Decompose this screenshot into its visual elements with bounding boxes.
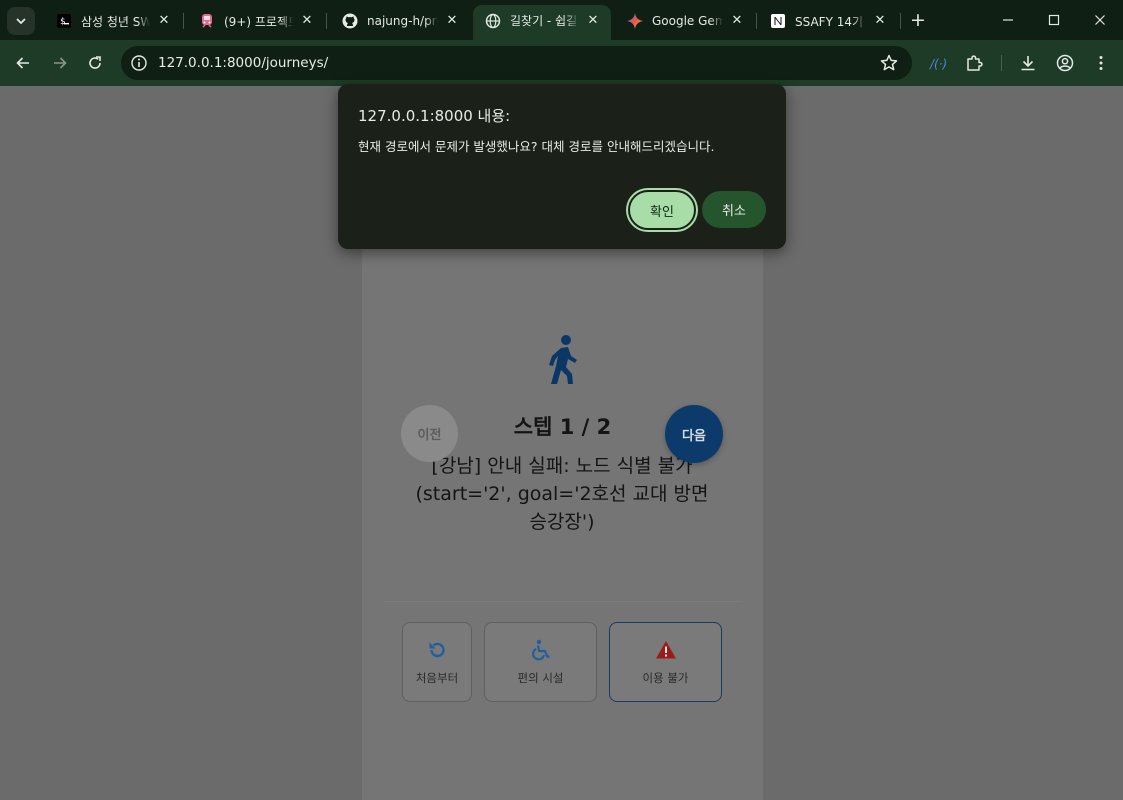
tab-github[interactable]: najung-h/pro ✕ [330, 7, 470, 35]
facilities-button[interactable]: 편의 시설 [484, 622, 597, 702]
dialog-title: 127.0.0.1:8000 내용: [358, 107, 511, 125]
tab-title: 길찾기 - 쉽길 [510, 14, 578, 28]
tab-samsung[interactable]: $ 삼성 청년 SW ✕ [44, 7, 182, 35]
close-icon[interactable]: ✕ [585, 13, 601, 29]
tab-search-button[interactable] [7, 7, 35, 35]
close-icon[interactable]: ✕ [729, 13, 745, 29]
tab-title: (9+) 프로젝트 [224, 14, 293, 29]
tab-title: SSAFY 14기 [795, 14, 864, 29]
kebab-menu-icon[interactable] [1091, 53, 1111, 73]
tab-strip: $ 삼성 청년 SW ✕ (9+) 프로젝트 ✕ najung-h/pro ✕ … [0, 0, 1123, 40]
tab-title: 삼성 청년 SW [81, 14, 150, 29]
minimize-icon [1003, 19, 1013, 21]
bookmark-star-icon[interactable] [879, 53, 899, 73]
restart-icon [426, 639, 448, 661]
tab-title: najung-h/pro [367, 14, 438, 28]
arrow-right-icon [54, 57, 67, 69]
close-icon[interactable]: ✕ [444, 13, 460, 29]
wheelchair-icon [530, 639, 552, 661]
tab-gemini[interactable]: Google Gemi ✕ [615, 7, 755, 35]
report-unavailable-button[interactable]: 이용 불가 [609, 622, 722, 702]
tab-project[interactable]: (9+) 프로젝트 ✕ [187, 7, 325, 35]
step-description: [강남] 안내 실패: 노드 식별 불가 (start='2', goal='2… [415, 455, 709, 533]
chevron-down-icon [16, 18, 26, 25]
reload-icon [89, 56, 101, 69]
dialog-ok-button[interactable]: 확인 [628, 190, 696, 230]
back-button[interactable] [8, 48, 38, 78]
dialog-message: 현재 경로에서 문제가 발생했나요? 대체 경로를 안내해드리겠습니다. [358, 139, 715, 154]
walking-person-icon [549, 335, 577, 384]
browser-toolbar: 127.0.0.1:8000/journeys/ /(·) [0, 40, 1123, 86]
github-icon [342, 13, 358, 29]
close-window-button[interactable] [1080, 6, 1120, 34]
tab-notion[interactable]: SSAFY 14기 ✕ [758, 7, 898, 35]
extension-signal-icon[interactable]: /(·) [929, 53, 949, 73]
warning-icon [655, 639, 677, 661]
arrow-left-icon [16, 57, 29, 69]
close-icon[interactable]: ✕ [872, 13, 888, 29]
report-unavailable-label: 이용 불가 [642, 670, 689, 685]
minimize-button[interactable] [988, 6, 1028, 34]
reload-button[interactable] [80, 48, 110, 78]
tab-title: Google Gemi [652, 14, 723, 28]
close-icon[interactable]: ✕ [299, 13, 315, 29]
new-tab-button[interactable]: + [906, 7, 930, 33]
svg-text:/(·): /(·) [929, 57, 947, 71]
train-icon [199, 13, 215, 29]
svg-text:$: $ [60, 17, 65, 27]
notion-icon [770, 13, 786, 29]
download-icon[interactable] [1018, 53, 1038, 73]
extensions-puzzle-icon[interactable] [964, 53, 984, 73]
facilities-label: 편의 시설 [517, 670, 564, 685]
site-info-icon[interactable] [130, 54, 148, 72]
prev-step-button[interactable]: 이전 [401, 405, 458, 462]
forward-button[interactable] [45, 48, 75, 78]
address-bar[interactable]: 127.0.0.1:8000/journeys/ [121, 46, 912, 80]
close-icon [1095, 15, 1105, 25]
tab-separator [756, 13, 757, 29]
close-icon[interactable]: ✕ [156, 13, 172, 29]
maximize-button[interactable] [1034, 6, 1074, 34]
divider [384, 601, 741, 602]
toolbar-separator [1001, 55, 1002, 71]
tab-separator [183, 13, 184, 29]
restart-label: 처음부터 [415, 670, 459, 685]
restart-button[interactable]: 처음부터 [402, 622, 472, 702]
profile-icon[interactable] [1055, 53, 1075, 73]
tab-separator [900, 13, 901, 29]
url-text[interactable]: 127.0.0.1:8000/journeys/ [158, 55, 328, 71]
terminal-dollar-icon: $ [56, 13, 72, 29]
dialog-cancel-button[interactable]: 취소 [702, 191, 766, 228]
tab-separator [326, 13, 327, 29]
next-step-button[interactable]: 다음 [665, 405, 723, 463]
tab-journey-active[interactable]: 길찾기 - 쉽길 ✕ [473, 5, 611, 40]
maximize-icon [1048, 14, 1060, 26]
gemini-icon [627, 13, 643, 29]
globe-icon [485, 13, 501, 29]
